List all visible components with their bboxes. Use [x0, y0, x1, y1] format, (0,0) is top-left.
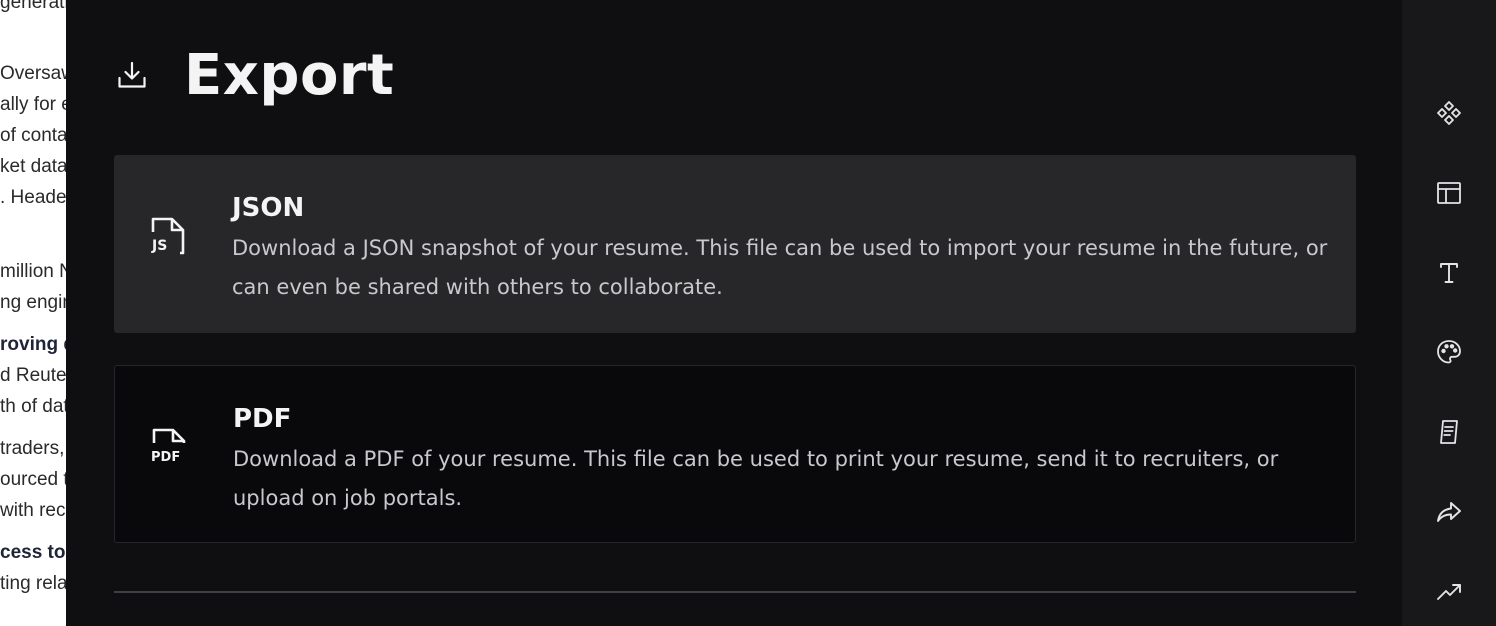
- export-pdf-button[interactable]: PDF PDF Download a PDF of your resume. T…: [114, 365, 1356, 543]
- json-icon-text: JS: [151, 238, 167, 254]
- theme-palette-icon: [1435, 338, 1463, 366]
- resume-preview: generati Oversaw ally for e of conta ket…: [0, 0, 66, 626]
- resume-text-line: ting rela: [0, 573, 66, 594]
- resume-text-line: of conta: [0, 125, 66, 146]
- share-icon: [1435, 498, 1463, 526]
- statistics-button[interactable]: [1431, 574, 1467, 610]
- section-divider: [114, 591, 1356, 593]
- panel-title: Export: [184, 42, 395, 108]
- json-description: Download a JSON snapshot of your resume.…: [232, 236, 1328, 299]
- theme-button[interactable]: [1431, 334, 1467, 370]
- right-sidebar: [1402, 0, 1496, 626]
- resume-text-line: with recr: [0, 500, 66, 521]
- notes-icon: [1435, 418, 1463, 446]
- notes-button[interactable]: [1431, 414, 1467, 450]
- pdf-title: PDF: [233, 404, 292, 434]
- resume-text-line: ng engin: [0, 292, 66, 313]
- resume-text-line: Oversaw: [0, 63, 66, 84]
- resume-text-line: d Reuter: [0, 365, 66, 386]
- layout-button[interactable]: [1431, 175, 1467, 211]
- resume-text-line: million N: [0, 261, 66, 282]
- resume-text-line: ourced t: [0, 469, 66, 490]
- pdf-file-icon: PDF: [151, 426, 187, 468]
- pdf-icon-text: PDF: [151, 450, 180, 465]
- statistics-icon: [1435, 578, 1463, 606]
- resume-text-line: ket data: [0, 156, 66, 177]
- resume-text-line: traders,: [0, 438, 65, 459]
- export-json-button[interactable]: JS JSON Download a JSON snapshot of your…: [114, 155, 1356, 333]
- resume-text-line: cess to s: [0, 542, 66, 563]
- share-button[interactable]: [1431, 494, 1467, 530]
- sections-icon: [1435, 99, 1463, 127]
- pdf-description: Download a PDF of your resume. This file…: [233, 447, 1279, 510]
- export-panel: Export JS JSON Download a JSON snapshot …: [66, 0, 1402, 626]
- resume-text-line: th of dat: [0, 396, 66, 417]
- typography-icon: [1435, 259, 1463, 287]
- resume-text-line: generati: [0, 0, 66, 13]
- json-title: JSON: [232, 193, 305, 223]
- typography-button[interactable]: [1431, 255, 1467, 291]
- resume-text-line: ally for e: [0, 94, 66, 115]
- export-header: Export: [114, 40, 394, 110]
- download-icon: [114, 57, 150, 93]
- resume-text-line: . Heade: [0, 187, 66, 208]
- resume-text-line: roving d: [0, 334, 66, 355]
- layout-icon: [1435, 179, 1463, 207]
- json-file-icon: JS: [150, 215, 186, 257]
- sections-button[interactable]: [1431, 95, 1467, 131]
